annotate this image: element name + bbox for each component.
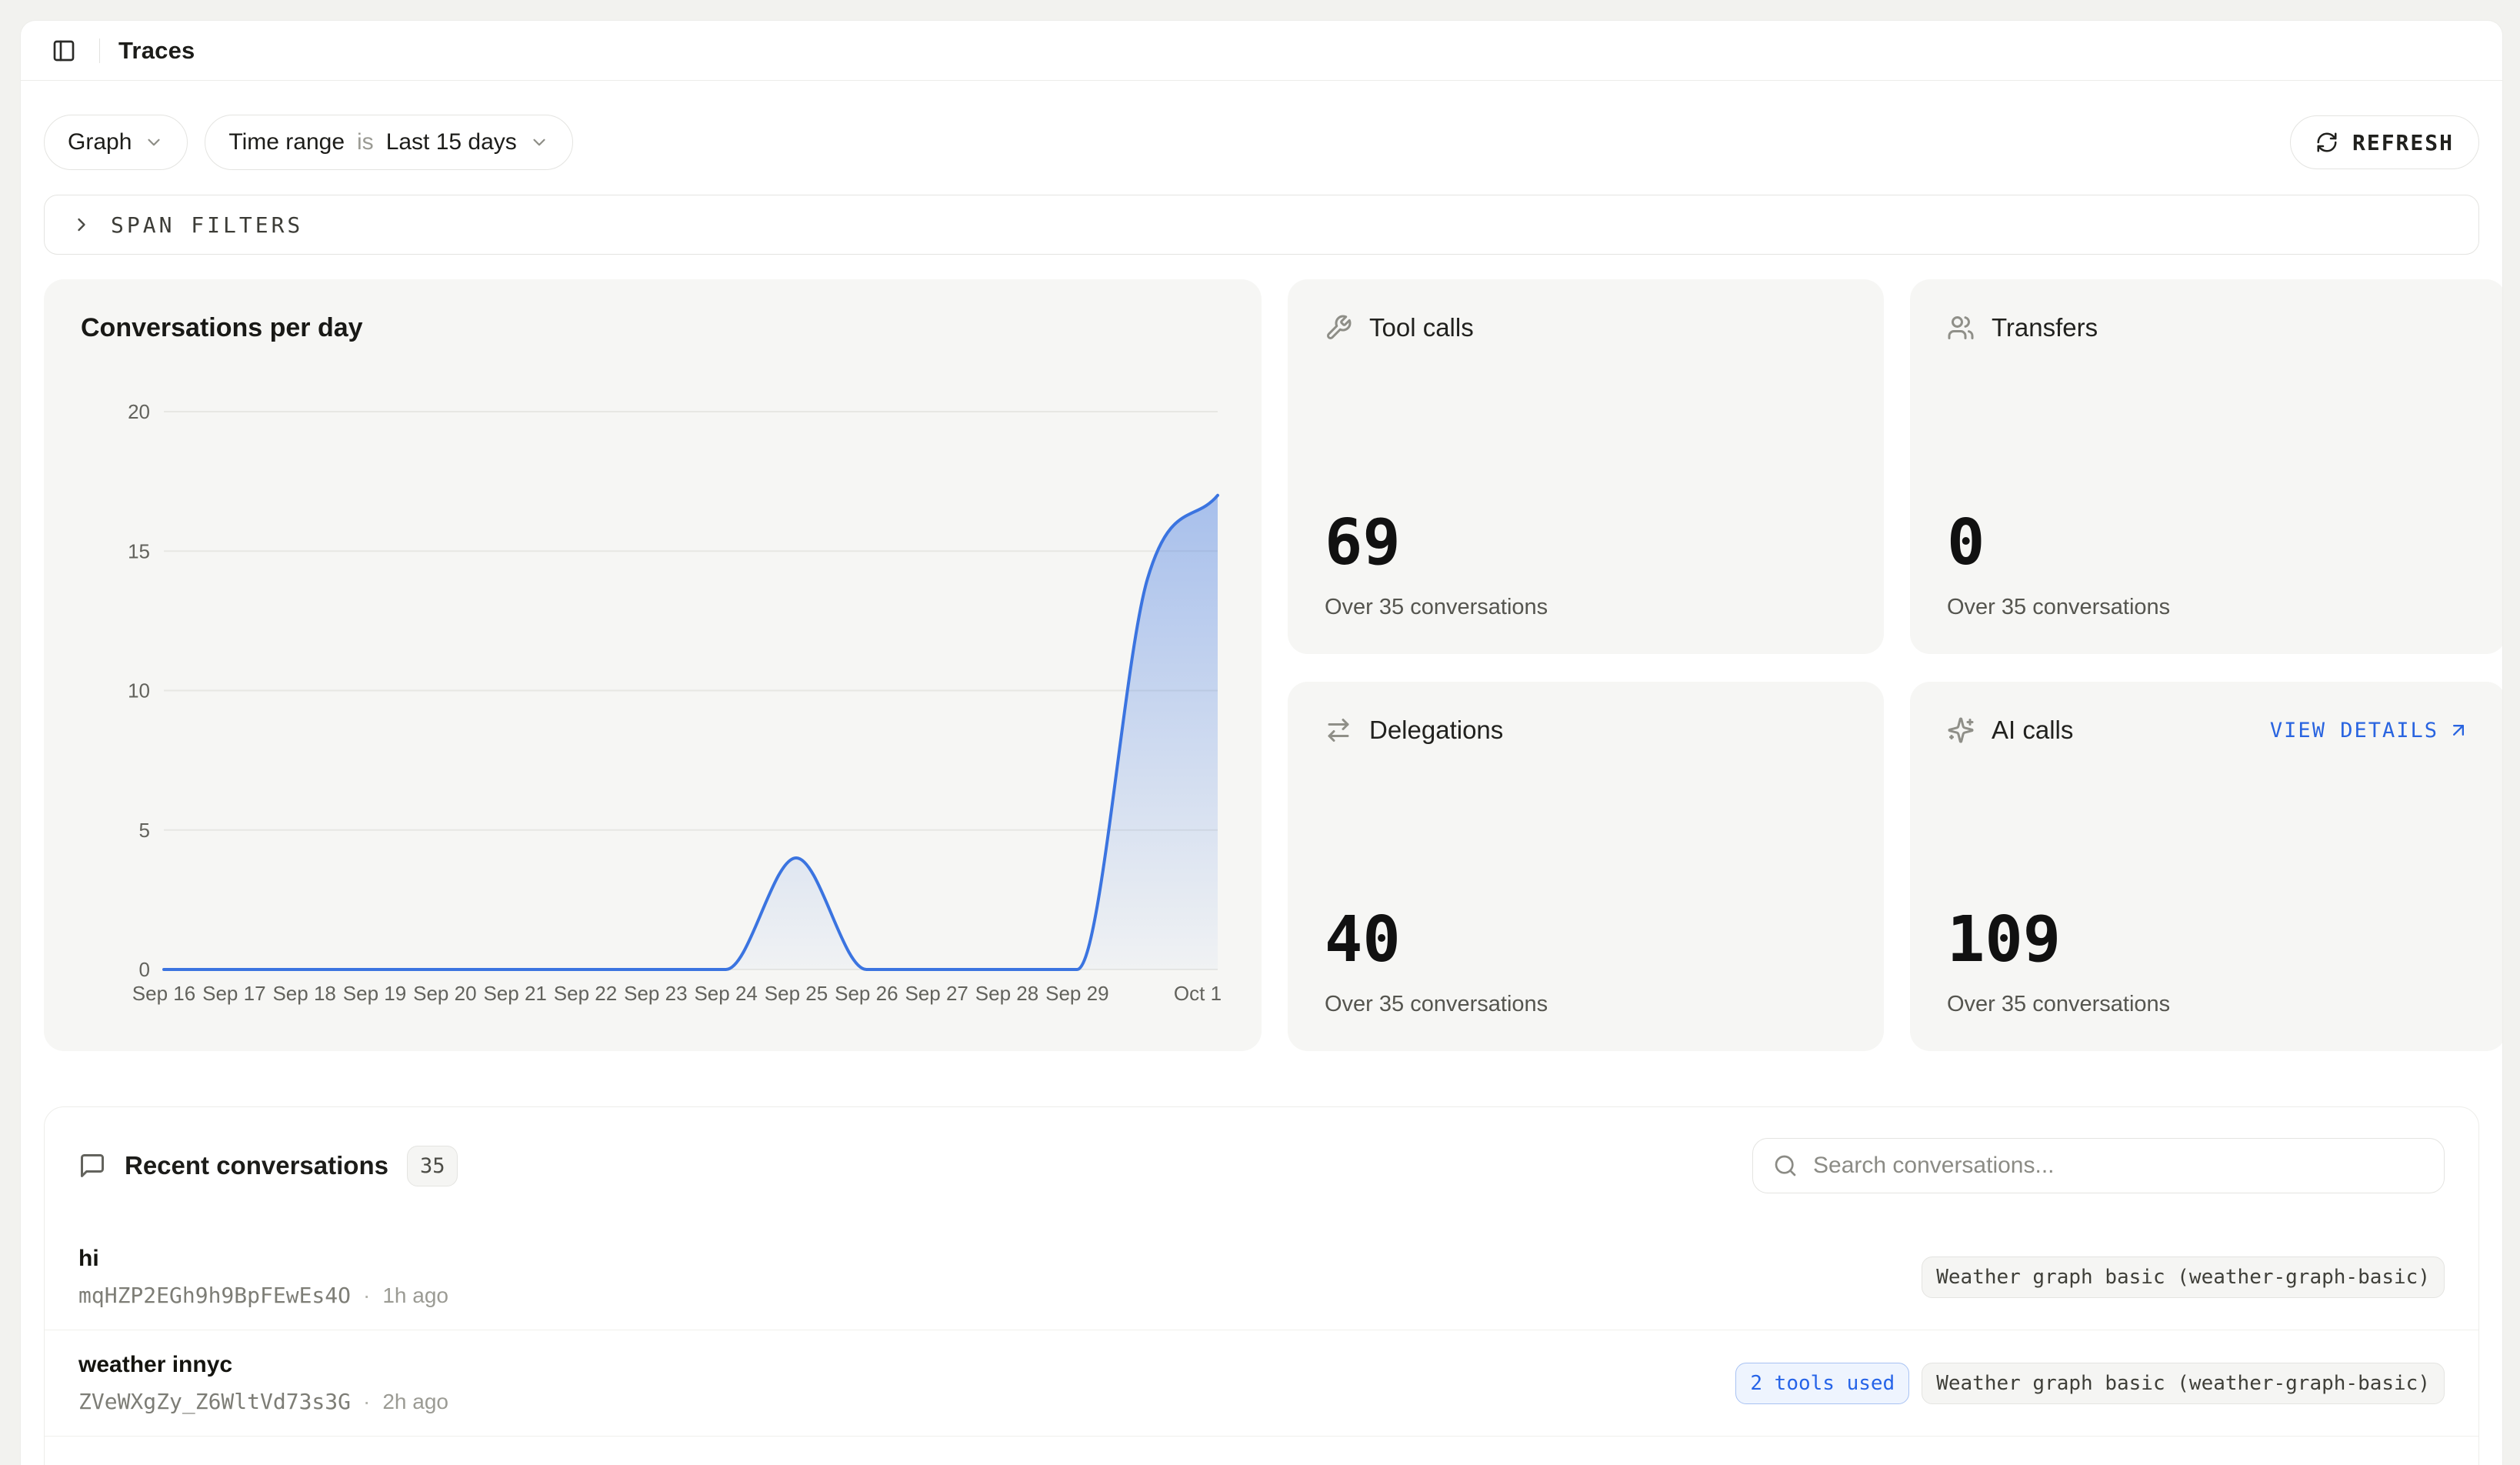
conversation-title: hi (78, 1246, 448, 1272)
conversation-badges: 2 tools used Weather graph basic (weather… (1735, 1363, 2445, 1404)
chevron-down-icon (144, 132, 164, 152)
chevron-right-icon (71, 214, 92, 235)
stat-value: 69 (1325, 512, 1847, 575)
time-range-dropdown[interactable]: Time range is Last 15 days (205, 115, 572, 170)
stat-caption: Over 35 conversations (1325, 595, 1847, 620)
users-icon (1947, 314, 1975, 342)
conversations-chart-card: Conversations per day 0 5 10 15 20 Sep 16 Sep … (44, 279, 1262, 1051)
view-details-label: VIEW DETAILS (2270, 719, 2438, 743)
time-range-value: Last 15 days (386, 129, 517, 155)
stat-caption: Over 35 conversations (1947, 992, 2469, 1017)
svg-text:Sep 19: Sep 19 (343, 982, 406, 1005)
sidebar-toggle-button[interactable] (47, 34, 81, 68)
svg-text:5: 5 (139, 819, 150, 842)
stats-grid: Conversations per day 0 5 10 15 20 Sep 16 Sep … (44, 279, 2479, 1051)
view-details-link[interactable]: VIEW DETAILS (2270, 719, 2469, 743)
svg-text:Sep 24: Sep 24 (694, 982, 757, 1005)
refresh-button[interactable]: REFRESH (2290, 115, 2479, 169)
svg-text:10: 10 (128, 679, 150, 702)
svg-text:15: 15 (128, 539, 150, 562)
conversation-count-badge: 35 (407, 1146, 458, 1186)
search-box (1752, 1138, 2445, 1193)
svg-text:Sep 23: Sep 23 (624, 982, 687, 1005)
span-filters-toggle[interactable]: SPAN FILTERS (44, 195, 2479, 255)
meta-separator: · (363, 1390, 370, 1414)
panel-left-icon (52, 38, 76, 63)
refresh-icon (2315, 131, 2338, 154)
tools-used-badge: 2 tools used (1735, 1363, 1909, 1404)
stat-title: AI calls (1992, 716, 2073, 745)
agent-badge: Weather graph basic (weather-graph-basic… (1922, 1363, 2445, 1404)
svg-text:Sep 26: Sep 26 (835, 982, 898, 1005)
transfers-card: Transfers 0 Over 35 conversations (1910, 279, 2503, 654)
stat-value: 109 (1947, 909, 2469, 972)
conversation-id: ZVeWXgZy_Z6WltVd73s3G (78, 1389, 351, 1414)
stat-value: 0 (1947, 512, 2469, 575)
conversation-row[interactable]: hi mqHZP2EGh9h9BpFEwEs4O · 1h ago Weathe… (45, 1224, 2478, 1330)
refresh-label: REFRESH (2352, 130, 2454, 155)
time-range-field: Time range (228, 129, 345, 155)
conversation-badges: Weather graph basic (weather-graph-basic… (1922, 1256, 2445, 1298)
conversation-row[interactable]: weather innyc ZVeWXgZy_Z6WltVd73s3G · 2h… (45, 1330, 2478, 1437)
stat-value: 40 (1325, 909, 1847, 972)
search-icon (1773, 1153, 1798, 1178)
svg-text:20: 20 (128, 400, 150, 423)
stat-caption: Over 35 conversations (1947, 595, 2469, 620)
stat-caption: Over 35 conversations (1325, 992, 1847, 1017)
conversation-time: 1h ago (382, 1283, 448, 1308)
tool-calls-card: Tool calls 69 Over 35 conversations (1288, 279, 1884, 654)
chart-title: Conversations per day (81, 313, 1225, 343)
svg-text:Sep 17: Sep 17 (202, 982, 265, 1005)
toolbar-filters: Graph Time range is Last 15 days (44, 115, 573, 170)
svg-text:Oct 1: Oct 1 (1174, 982, 1222, 1005)
conversation-time: 2h ago (382, 1390, 448, 1414)
agent-badge: Weather graph basic (weather-graph-basic… (1922, 1256, 2445, 1298)
delegations-card: Delegations 40 Over 35 conversations (1288, 682, 1884, 1051)
toolbar: Graph Time range is Last 15 days REFRESH (44, 115, 2479, 170)
recent-conversations-title: Recent conversations (125, 1151, 388, 1180)
conversation-id: mqHZP2EGh9h9BpFEwEs4O (78, 1283, 351, 1308)
recent-conversations-card: Recent conversations 35 hi mqHZP2EGh9h9B… (44, 1106, 2479, 1465)
main-panel: Traces Graph Time range is Last 15 days (20, 20, 2503, 1465)
top-header: Traces (21, 21, 2502, 81)
message-square-icon (78, 1152, 106, 1180)
svg-text:Sep 25: Sep 25 (765, 982, 828, 1005)
search-input[interactable] (1812, 1152, 2424, 1180)
ai-calls-card: AI calls VIEW DETAILS 109 Over 35 conver… (1910, 682, 2503, 1051)
view-mode-label: Graph (68, 129, 132, 155)
sparkles-icon (1947, 716, 1975, 744)
svg-text:Sep 28: Sep 28 (975, 982, 1038, 1005)
header-divider (99, 38, 100, 63)
arrow-up-right-icon (2448, 719, 2469, 741)
page-title: Traces (118, 37, 195, 65)
svg-text:Sep 21: Sep 21 (483, 982, 546, 1005)
conversation-list: hi mqHZP2EGh9h9BpFEwEs4O · 1h ago Weathe… (45, 1224, 2478, 1437)
stat-title: Transfers (1992, 313, 2098, 342)
view-mode-dropdown[interactable]: Graph (44, 115, 188, 170)
svg-text:Sep 20: Sep 20 (413, 982, 476, 1005)
svg-text:Sep 18: Sep 18 (272, 982, 335, 1005)
time-range-operator: is (357, 129, 374, 155)
stat-title: Delegations (1369, 716, 1503, 745)
svg-text:Sep 22: Sep 22 (554, 982, 617, 1005)
conversations-per-day-chart: 0 5 10 15 20 Sep 16 Sep 17 Sep 18 Sep 19 Sep 20 Se… (81, 375, 1225, 1014)
span-filters-label: SPAN FILTERS (111, 212, 303, 238)
svg-text:Sep 16: Sep 16 (132, 982, 195, 1005)
meta-separator: · (363, 1283, 370, 1308)
chevron-down-icon (529, 132, 549, 152)
svg-text:Sep 29: Sep 29 (1045, 982, 1108, 1005)
conversation-title: weather innyc (78, 1352, 448, 1378)
svg-text:Sep 27: Sep 27 (905, 982, 968, 1005)
arrow-right-left-icon (1325, 716, 1352, 744)
svg-text:0: 0 (139, 958, 150, 981)
wrench-icon (1325, 314, 1352, 342)
stat-title: Tool calls (1369, 313, 1474, 342)
